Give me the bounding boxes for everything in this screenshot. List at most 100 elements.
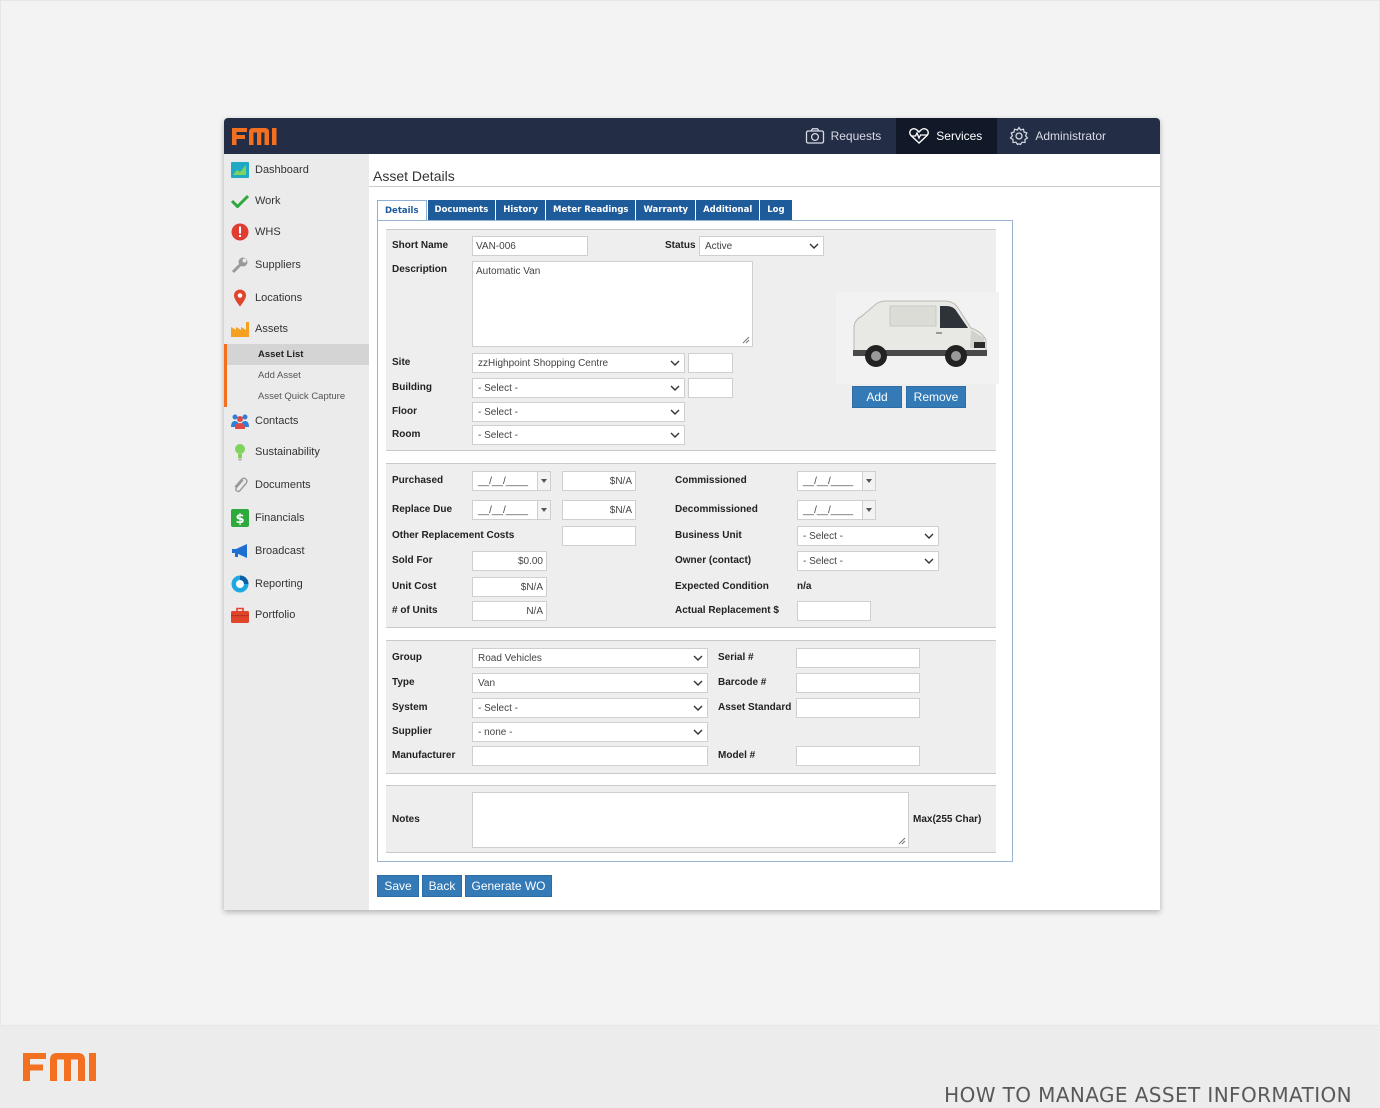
tab-log[interactable]: Log [760, 200, 792, 220]
tab-additional[interactable]: Additional [696, 200, 760, 220]
model-input[interactable] [796, 746, 920, 766]
chevron-down-icon [693, 655, 703, 661]
location-pin-icon [231, 289, 249, 307]
notes-textarea[interactable] [472, 792, 909, 848]
resize-handle-icon[interactable] [898, 837, 906, 845]
tab-warranty[interactable]: Warranty [636, 200, 696, 220]
sidebar-sub-asset-quick-capture[interactable]: Asset Quick Capture [224, 386, 369, 407]
decommissioned-date-value: __/__/____ [803, 504, 854, 516]
top-nav: Requests Services Administrator [793, 118, 1160, 154]
nav-requests[interactable]: Requests [793, 118, 897, 154]
chart-circle-icon [231, 575, 249, 593]
commissioned-date-picker[interactable]: __/__/____ [797, 471, 876, 491]
briefcase-icon [231, 606, 249, 624]
tab-details[interactable]: Details [377, 200, 427, 220]
tab-bar: Details Documents History Meter Readings… [377, 200, 793, 220]
model-label: Model # [718, 750, 756, 761]
supplier-label: Supplier [392, 726, 433, 737]
decommissioned-date-picker[interactable]: __/__/____ [797, 500, 876, 520]
barcode-input[interactable] [796, 673, 920, 693]
sidebar-item-documents[interactable]: Documents [224, 471, 369, 499]
description-textarea[interactable]: Automatic Van [472, 261, 753, 347]
sidebar-item-dashboard[interactable]: Dashboard [224, 156, 369, 184]
sidebar-item-assets[interactable]: Assets [224, 315, 369, 343]
dollar-icon: $ [231, 509, 249, 527]
sidebar-item-financials[interactable]: $ Financials [224, 504, 369, 532]
business-unit-value: - Select - [803, 530, 844, 542]
replace-due-date-value: __/__/____ [478, 504, 529, 516]
tab-history[interactable]: History [496, 200, 546, 220]
details-panel: Short Name VAN-006 Status Active Descrip… [377, 220, 1013, 862]
sold-for-label: Sold For [392, 555, 433, 566]
generate-wo-button[interactable]: Generate WO [465, 875, 552, 897]
chevron-down-icon [670, 432, 680, 438]
owner-contact-select[interactable]: - Select - [797, 551, 939, 571]
add-photo-button[interactable]: Add [852, 386, 902, 408]
megaphone-icon [231, 542, 249, 560]
replace-due-label: Replace Due [392, 504, 453, 515]
room-select[interactable]: - Select - [472, 425, 685, 445]
business-unit-select[interactable]: - Select - [797, 526, 939, 546]
sidebar-item-locations[interactable]: Locations [224, 284, 369, 312]
other-replacement-costs-input[interactable] [562, 526, 636, 546]
group-select[interactable]: Road Vehicles [472, 648, 708, 668]
replace-due-date-picker[interactable]: __/__/____ [472, 500, 551, 520]
floor-select[interactable]: - Select - [472, 402, 685, 422]
status-select[interactable]: Active [699, 236, 824, 256]
sidebar-sub-asset-list[interactable]: Asset List [224, 344, 369, 365]
serial-input[interactable] [796, 648, 920, 668]
tab-documents[interactable]: Documents [427, 200, 496, 220]
supplier-select[interactable]: - none - [472, 722, 708, 742]
remove-photo-button[interactable]: Remove [906, 386, 966, 408]
site-code-input[interactable] [688, 353, 733, 373]
decommissioned-label: Decommissioned [675, 504, 758, 515]
chevron-down-icon [670, 360, 680, 366]
sidebar-item-suppliers[interactable]: Suppliers [224, 251, 369, 279]
type-label: Type [392, 677, 415, 688]
building-select[interactable]: - Select - [472, 378, 685, 398]
page-footer: HOW TO MANAGE ASSET INFORMATION [0, 1026, 1380, 1108]
sidebar-item-label: Broadcast [255, 545, 305, 557]
manufacturer-label: Manufacturer [392, 750, 456, 761]
replace-due-cost-input[interactable]: $N/A [562, 500, 636, 520]
sidebar-item-label: Assets [255, 323, 289, 335]
short-name-input[interactable]: VAN-006 [472, 236, 588, 256]
sidebar-item-label: Contacts [255, 415, 299, 427]
purchased-date-value: __/__/____ [478, 475, 529, 487]
system-select[interactable]: - Select - [472, 698, 708, 718]
sidebar-item-broadcast[interactable]: Broadcast [224, 537, 369, 565]
purchased-date-picker[interactable]: __/__/____ [472, 471, 551, 491]
nav-services[interactable]: Services [896, 118, 998, 154]
unit-cost-input[interactable]: $N/A [472, 577, 547, 597]
asset-standard-input[interactable] [796, 698, 920, 718]
sidebar-item-portfolio[interactable]: Portfolio [224, 601, 369, 629]
building-value: - Select - [478, 382, 519, 394]
building-code-input[interactable] [688, 378, 733, 398]
back-button[interactable]: Back [422, 875, 462, 897]
sidebar-sub-add-asset[interactable]: Add Asset [224, 365, 369, 386]
nav-services-label: Services [936, 129, 983, 143]
heartbeat-icon [909, 128, 930, 144]
expected-condition-label: Expected Condition [675, 581, 769, 592]
nav-administrator[interactable]: Administrator [997, 118, 1160, 154]
tab-meter-readings[interactable]: Meter Readings [546, 200, 636, 220]
units-input[interactable]: N/A [472, 601, 547, 621]
resize-handle-icon[interactable] [742, 336, 750, 344]
save-button[interactable]: Save [377, 875, 419, 897]
fmi-logo[interactable] [231, 125, 295, 147]
type-select[interactable]: Van [472, 673, 708, 693]
sidebar-item-sustainability[interactable]: Sustainability [224, 438, 369, 466]
sidebar-item-work[interactable]: Work [224, 187, 369, 215]
sidebar-item-contacts[interactable]: Contacts [224, 407, 369, 435]
sidebar-item-reporting[interactable]: Reporting [224, 570, 369, 598]
purchased-label: Purchased [392, 475, 444, 486]
site-select[interactable]: zzHighpoint Shopping Centre [472, 353, 685, 373]
actual-replacement-input[interactable] [797, 601, 871, 621]
sidebar-item-label: Suppliers [255, 259, 301, 271]
business-unit-label: Business Unit [675, 530, 742, 541]
purchased-cost-input[interactable]: $N/A [562, 471, 636, 491]
manufacturer-input[interactable] [472, 746, 708, 766]
sidebar-item-whs[interactable]: WHS [224, 218, 369, 246]
floor-value: - Select - [478, 406, 519, 418]
sold-for-input[interactable]: $0.00 [472, 551, 547, 571]
